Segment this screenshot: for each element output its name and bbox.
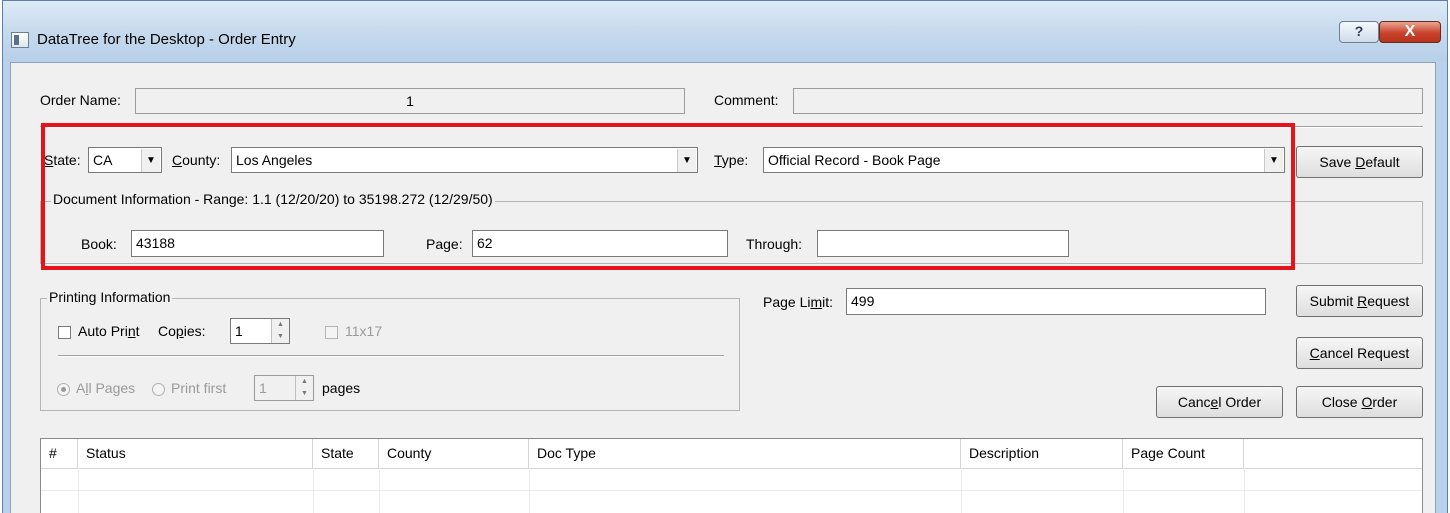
column-header-description[interactable]: Description — [961, 439, 1123, 468]
11x17-checkbox[interactable] — [325, 326, 338, 339]
copies-value: 1 — [235, 323, 243, 339]
cancel-order-button[interactable]: Cancel Order — [1156, 386, 1283, 418]
column-divider — [529, 468, 530, 513]
spinner-arrows-icon[interactable]: ▲ ▼ — [271, 319, 289, 343]
save-default-button[interactable]: Save Default — [1296, 146, 1423, 178]
help-button[interactable]: ? — [1339, 21, 1379, 43]
table-row[interactable] — [41, 468, 1422, 491]
column-divider — [313, 468, 314, 513]
document-info-caption: Document Information - Range: 1.1 (12/20… — [51, 191, 495, 207]
separator — [40, 126, 1423, 128]
print-first-label: Print first — [171, 380, 227, 396]
table-header: # Status State County Doc Type Descripti… — [41, 439, 1422, 469]
auto-print-checkbox[interactable] — [58, 326, 71, 339]
column-header-status[interactable]: Status — [78, 439, 313, 468]
book-input[interactable]: 43188 — [131, 230, 384, 257]
requests-table[interactable]: # Status State County Doc Type Descripti… — [40, 438, 1423, 513]
state-label: State: — [44, 152, 81, 168]
book-label: Book: — [81, 236, 117, 252]
copies-label: Copies: — [158, 323, 206, 339]
county-value: Los Angeles — [236, 152, 313, 168]
window-title: DataTree for the Desktop - Order Entry — [37, 31, 296, 48]
through-input[interactable] — [817, 230, 1069, 257]
page-input[interactable]: 62 — [472, 230, 728, 257]
all-pages-label: All Pages — [76, 380, 136, 396]
column-divider — [1123, 468, 1124, 513]
page-limit-input[interactable]: 499 — [846, 288, 1266, 315]
printing-info-caption: Printing Information — [47, 289, 173, 305]
11x17-label: 11x17 — [345, 323, 383, 339]
chevron-down-icon[interactable]: ▼ — [141, 149, 160, 172]
type-label: Type: — [714, 152, 749, 168]
print-first-value: 1 — [259, 380, 267, 396]
type-value: Official Record - Book Page — [768, 152, 941, 168]
table-row[interactable] — [41, 491, 1422, 513]
cancel-request-button[interactable]: Cancel Request — [1296, 337, 1423, 369]
through-label: Through: — [746, 236, 803, 252]
type-dropdown[interactable]: Official Record - Book Page ▼ — [763, 147, 1285, 173]
column-divider — [379, 468, 380, 513]
auto-print-label: Auto Print — [78, 323, 140, 339]
column-header-state[interactable]: State — [313, 439, 379, 468]
page-label: Page: — [426, 236, 463, 252]
spinner-arrows-icon[interactable]: ▲ ▼ — [295, 376, 313, 400]
column-divider — [78, 468, 79, 513]
column-header-doc-type[interactable]: Doc Type — [529, 439, 961, 468]
comment-field[interactable] — [793, 88, 1423, 114]
submit-request-button[interactable]: Submit Request — [1296, 285, 1423, 317]
copies-spinner[interactable]: 1 ▲ ▼ — [230, 318, 290, 344]
chevron-down-icon[interactable]: ▼ — [677, 149, 696, 172]
print-first-radio[interactable] — [152, 383, 165, 396]
state-value: CA — [93, 152, 113, 168]
column-divider — [1244, 468, 1245, 513]
column-header-number[interactable]: # — [41, 439, 78, 468]
county-dropdown[interactable]: Los Angeles ▼ — [231, 147, 698, 173]
print-first-spinner[interactable]: 1 ▲ ▼ — [254, 375, 314, 401]
column-divider — [961, 468, 962, 513]
column-header-county[interactable]: County — [379, 439, 529, 468]
order-name-label: Order Name: — [40, 92, 121, 108]
page-limit-label: Page Limit: — [763, 294, 834, 310]
chevron-down-icon[interactable]: ▼ — [1264, 149, 1283, 172]
close-order-button[interactable]: Close Order — [1296, 386, 1423, 418]
county-label: County: — [172, 152, 221, 168]
order-name-field[interactable]: 1 — [135, 88, 685, 114]
pages-label: pages — [322, 380, 361, 396]
comment-label: Comment: — [714, 92, 779, 108]
title-bar[interactable]: DataTree for the Desktop - Order Entry ?… — [3, 1, 1447, 61]
column-header-page-count[interactable]: Page Count — [1123, 439, 1244, 468]
all-pages-radio[interactable] — [57, 383, 70, 396]
state-dropdown[interactable]: CA ▼ — [88, 147, 162, 173]
close-window-button[interactable]: X — [1379, 21, 1441, 43]
app-icon — [11, 32, 29, 48]
printing-separator — [58, 355, 724, 357]
